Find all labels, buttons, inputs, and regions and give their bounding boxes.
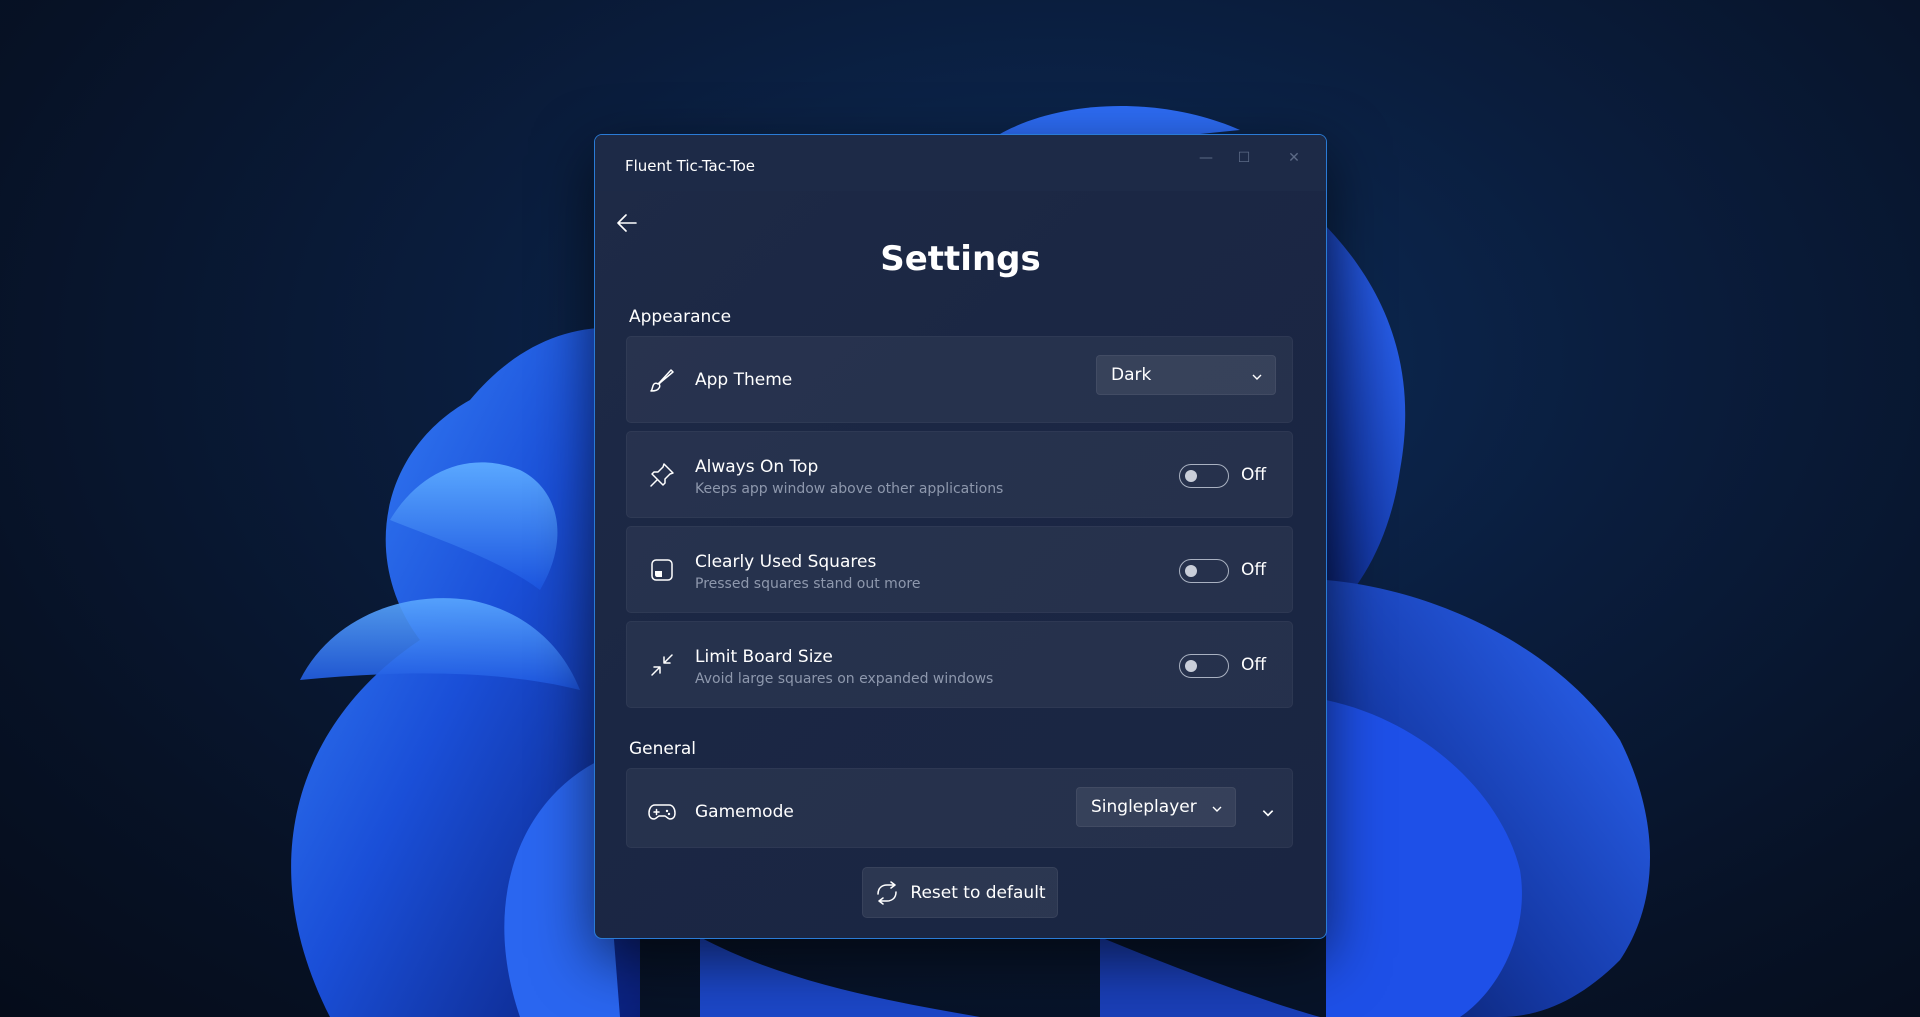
setting-description: Keeps app window above other application… bbox=[695, 481, 1004, 497]
gamepad-icon bbox=[647, 797, 677, 827]
setting-card-always-on-top: Always On Top Keeps app window above oth… bbox=[626, 431, 1293, 518]
toggle-knob bbox=[1185, 660, 1197, 672]
toggle-knob bbox=[1185, 565, 1197, 577]
close-button[interactable]: ✕ bbox=[1271, 143, 1317, 173]
gamemode-dropdown[interactable]: Singleplayer bbox=[1076, 787, 1236, 827]
expander-chevron-icon[interactable] bbox=[1261, 805, 1275, 824]
reset-button-label: Reset to default bbox=[910, 882, 1046, 903]
square-icon bbox=[647, 555, 677, 585]
setting-title: Clearly Used Squares bbox=[695, 552, 877, 572]
page-title: Settings bbox=[880, 239, 1041, 279]
toggle-state-label: Off bbox=[1241, 560, 1267, 580]
title-bar[interactable]: Fluent Tic-Tac-Toe — ☐ ✕ bbox=[595, 135, 1326, 191]
back-button[interactable] bbox=[609, 205, 645, 241]
app-window: Fluent Tic-Tac-Toe — ☐ ✕ Settings Appear… bbox=[594, 134, 1327, 939]
reset-to-default-button[interactable]: Reset to default bbox=[862, 867, 1058, 918]
setting-title: Always On Top bbox=[695, 457, 819, 477]
setting-title: App Theme bbox=[695, 370, 793, 390]
clearly-used-squares-toggle[interactable] bbox=[1179, 559, 1229, 583]
dropdown-value: Dark bbox=[1111, 365, 1152, 385]
chevron-down-icon bbox=[1251, 368, 1263, 388]
setting-card-gamemode[interactable]: Gamemode Singleplayer bbox=[626, 768, 1293, 848]
always-on-top-toggle[interactable] bbox=[1179, 464, 1229, 488]
maximize-button[interactable]: ☐ bbox=[1221, 143, 1267, 173]
brush-icon bbox=[647, 365, 677, 395]
section-header-general: General bbox=[629, 739, 696, 759]
pin-icon bbox=[647, 460, 677, 490]
section-header-appearance: Appearance bbox=[629, 307, 732, 327]
dropdown-value: Singleplayer bbox=[1091, 797, 1197, 817]
setting-title: Limit Board Size bbox=[695, 647, 833, 667]
chevron-down-icon bbox=[1211, 800, 1223, 820]
refresh-icon bbox=[877, 880, 898, 905]
shrink-icon bbox=[647, 650, 677, 680]
toggle-knob bbox=[1185, 470, 1197, 482]
setting-description: Pressed squares stand out more bbox=[695, 576, 921, 592]
toggle-state-label: Off bbox=[1241, 655, 1267, 675]
setting-title: Gamemode bbox=[695, 802, 794, 822]
app-title: Fluent Tic-Tac-Toe bbox=[625, 157, 756, 175]
limit-board-size-toggle[interactable] bbox=[1179, 654, 1229, 678]
setting-card-clearly-used-squares: Clearly Used Squares Pressed squares sta… bbox=[626, 526, 1293, 613]
setting-card-app-theme: App Theme Dark bbox=[626, 336, 1293, 423]
arrow-left-icon bbox=[617, 214, 637, 232]
setting-card-limit-board-size: Limit Board Size Avoid large squares on … bbox=[626, 621, 1293, 708]
toggle-state-label: Off bbox=[1241, 465, 1267, 485]
setting-description: Avoid large squares on expanded windows bbox=[695, 671, 994, 687]
app-theme-dropdown[interactable]: Dark bbox=[1096, 355, 1276, 395]
